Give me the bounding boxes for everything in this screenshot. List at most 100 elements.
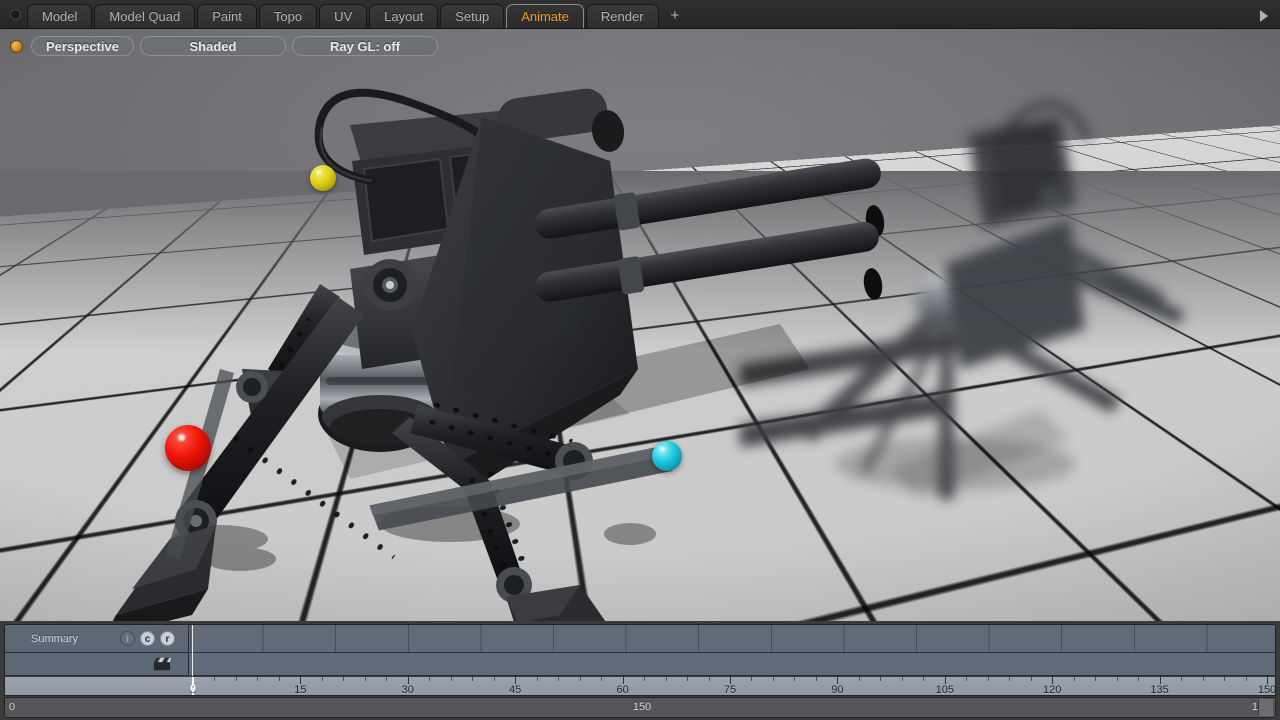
ruler-minor-tick — [1031, 677, 1032, 681]
tab-layout[interactable]: Layout — [369, 4, 438, 28]
timeline-ruler[interactable]: 01530456075901051201351500 — [5, 676, 1275, 696]
cyan-locator-sphere[interactable] — [652, 441, 682, 471]
timeline-clip-row[interactable] — [5, 653, 188, 676]
viewport-raygl-toggle[interactable]: Ray GL: off — [292, 36, 438, 56]
ruler-major-tick — [408, 677, 409, 684]
viewport-view-mode-button[interactable]: Perspective — [31, 36, 134, 56]
timeline-track-area: Summary i c r — [4, 624, 1276, 696]
ruler-tick-label: 150 — [1258, 684, 1275, 696]
ruler-minor-tick — [429, 677, 430, 681]
ruler-minor-tick — [1074, 677, 1075, 681]
ruler-minor-tick — [644, 677, 645, 681]
tab-paint[interactable]: Paint — [197, 4, 257, 28]
viewport-hud: Perspective Shaded Ray GL: off — [10, 36, 438, 56]
ruler-minor-tick — [214, 677, 215, 681]
ruler-minor-tick — [365, 677, 366, 681]
range-right-handle[interactable] — [1258, 699, 1273, 716]
ruler-tick-label: 90 — [831, 684, 843, 696]
timeline-summary-label: Summary — [31, 633, 120, 645]
ruler-minor-tick — [751, 677, 752, 681]
red-locator-sphere[interactable] — [165, 425, 211, 471]
ruler-minor-tick — [1181, 677, 1182, 681]
ruler-minor-tick — [923, 677, 924, 681]
modo-application-window: Model Model Quad Paint Topo UV Layout Se… — [0, 0, 1280, 720]
ruler-minor-tick — [1117, 677, 1118, 681]
ruler-minor-tick — [880, 677, 881, 681]
ruler-major-tick — [945, 677, 946, 684]
ruler-tick-label: 120 — [1043, 684, 1061, 696]
ruler-minor-tick — [902, 677, 903, 681]
tab-topo[interactable]: Topo — [259, 4, 317, 28]
tab-label: UV — [334, 9, 352, 24]
ruler-minor-tick — [773, 677, 774, 681]
ruler-minor-tick — [343, 677, 344, 681]
ruler-tick-label: 15 — [294, 684, 306, 696]
ruler-minor-tick — [451, 677, 452, 681]
tab-label: Layout — [384, 9, 423, 24]
ruler-minor-tick — [966, 677, 967, 681]
ruler-minor-tick — [1138, 677, 1139, 681]
ruler-minor-tick — [257, 677, 258, 681]
ruler-major-tick — [1160, 677, 1161, 684]
ruler-minor-tick — [472, 677, 473, 681]
ruler-minor-tick — [794, 677, 795, 681]
ruler-minor-tick — [1095, 677, 1096, 681]
ruler-major-tick — [1052, 677, 1053, 684]
ruler-minor-tick — [558, 677, 559, 681]
main-tab-bar: Model Model Quad Paint Topo UV Layout Se… — [0, 0, 1280, 29]
foreground-turret-svg — [20, 69, 920, 621]
ruler-tick-label: 135 — [1150, 684, 1168, 696]
ruler-tick-label: 75 — [724, 684, 736, 696]
ruler-minor-tick — [386, 677, 387, 681]
timeline-summary-track[interactable] — [190, 625, 1275, 653]
timeline-summary-row[interactable]: Summary i c r — [5, 625, 188, 653]
range-mid-label: 150 — [633, 701, 651, 713]
ruler-minor-tick — [666, 677, 667, 681]
tab-model[interactable]: Model — [27, 4, 92, 28]
ruler-minor-tick — [580, 677, 581, 681]
ruler-minor-tick — [709, 677, 710, 681]
timeline-range-bar[interactable]: 0 150 150 — [4, 697, 1276, 718]
ruler-tick-label: 60 — [616, 684, 628, 696]
ruler-minor-tick — [1203, 677, 1204, 681]
playhead-track-line — [192, 625, 193, 676]
ruler-minor-tick — [236, 677, 237, 681]
ruler-minor-tick — [601, 677, 602, 681]
3d-viewport[interactable]: Perspective Shaded Ray GL: off — [0, 29, 1280, 621]
viewport-active-dot-icon — [10, 40, 23, 53]
ruler-minor-tick — [537, 677, 538, 681]
ruler-minor-tick — [322, 677, 323, 681]
tab-setup[interactable]: Setup — [440, 4, 504, 28]
tab-uv[interactable]: UV — [319, 4, 367, 28]
timeline-button-i[interactable]: i — [120, 631, 135, 646]
ruler-minor-tick — [859, 677, 860, 681]
ruler-major-tick — [623, 677, 624, 684]
timeline-tracks[interactable] — [190, 625, 1275, 676]
ruler-major-tick — [1267, 677, 1268, 684]
ruler-tick-label: 45 — [509, 684, 521, 696]
clapperboard-icon[interactable] — [153, 657, 171, 671]
tab-animate[interactable]: Animate — [506, 4, 584, 28]
viewport-shading-mode-button[interactable]: Shaded — [140, 36, 286, 56]
ruler-major-tick — [837, 677, 838, 684]
ruler-minor-tick — [816, 677, 817, 681]
yellow-locator-sphere[interactable] — [310, 165, 336, 191]
tab-model-quad[interactable]: Model Quad — [94, 4, 195, 28]
tab-label: Setup — [455, 9, 489, 24]
add-tab-button[interactable]: + — [663, 4, 688, 28]
ruler-minor-tick — [1009, 677, 1010, 681]
ruler-major-tick — [515, 677, 516, 684]
tab-label: Paint — [212, 9, 242, 24]
ruler-major-tick — [300, 677, 301, 684]
timeline-button-c[interactable]: c — [140, 631, 155, 646]
timeline-button-r[interactable]: r — [160, 631, 175, 646]
ruler-tick-label: 30 — [402, 684, 414, 696]
chevron-right-icon[interactable] — [1260, 10, 1268, 22]
tab-label: Animate — [521, 9, 569, 24]
range-start-label: 0 — [9, 701, 15, 713]
ruler-minor-tick — [279, 677, 280, 681]
ruler-tick-label: 105 — [936, 684, 954, 696]
tab-bar-spacer — [687, 27, 1260, 28]
timeline-clip-track[interactable] — [190, 653, 1275, 676]
tab-render[interactable]: Render — [586, 4, 659, 28]
